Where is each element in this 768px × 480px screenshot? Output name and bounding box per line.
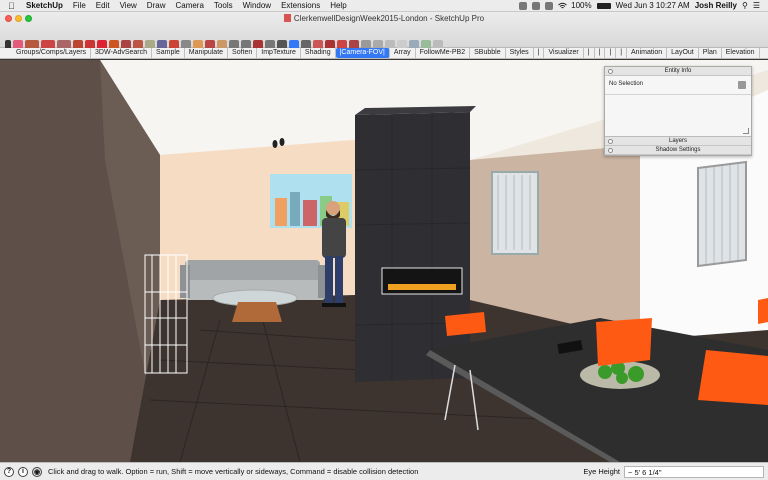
menu-extensions[interactable]: Extensions: [281, 1, 320, 10]
menu-draw[interactable]: Draw: [147, 1, 166, 10]
shadow-settings-header[interactable]: Shadow Settings: [605, 146, 751, 155]
window-title: ClerkenwellDesignWeek2015-London - Sketc…: [0, 14, 768, 23]
toolbar-soften[interactable]: Soften: [228, 48, 258, 58]
menu-window[interactable]: Window: [243, 1, 271, 10]
window-left: [491, 171, 539, 255]
toolbar-sbubble[interactable]: SBubble: [470, 48, 506, 58]
menu-bar:  SketchUp File Edit View Draw Camera To…: [0, 0, 768, 12]
toolbar-followme-pb2[interactable]: FollowMe-PB2: [416, 48, 471, 58]
status-app-icon[interactable]: [532, 1, 541, 10]
menu-help[interactable]: Help: [330, 1, 346, 10]
entity-info-body: No Selection: [605, 76, 751, 137]
clock[interactable]: Wed Jun 3 10:27 AM: [616, 1, 690, 10]
toolbar-visualizer[interactable]: Visualizer: [544, 48, 584, 58]
fireplace-flame: [388, 284, 456, 290]
fireplace-opening: [381, 267, 463, 295]
status-app-icon[interactable]: [519, 1, 528, 10]
toolbar-elevation[interactable]: Elevation: [722, 48, 760, 58]
toolbar-separator: |: [605, 48, 617, 58]
toolbar-separator: |: [595, 48, 606, 58]
measurements-label: Eye Height: [583, 467, 620, 476]
toolbar-animation[interactable]: Animation: [627, 48, 668, 58]
chair-orange: [596, 318, 652, 366]
toolbar-shading[interactable]: Shading: [301, 48, 336, 58]
window-title-text: ClerkenwellDesignWeek2015-London - Sketc…: [293, 14, 485, 23]
extension-toolbar: Groups/Comps/Layers 3DW-AdvSearch Sample…: [0, 48, 768, 59]
chair-orange: [698, 350, 768, 405]
entity-info-title: Entity Info: [664, 68, 692, 74]
toolbar-layout[interactable]: LayOut: [667, 48, 699, 58]
menu-camera[interactable]: Camera: [175, 1, 203, 10]
toolbar-separator: |: [616, 48, 628, 58]
user-name[interactable]: Josh Reilly: [695, 1, 737, 10]
toolbar-imptexture[interactable]: ImpTexture: [257, 48, 301, 58]
toolbar-plan[interactable]: Plan: [699, 48, 722, 58]
info-icon[interactable]: i: [18, 466, 28, 477]
geolocation-icon[interactable]: ?: [4, 466, 14, 477]
layers-panel-header[interactable]: Layers: [605, 137, 751, 146]
measurements-field[interactable]: ~ 5' 6 1/4": [624, 465, 764, 478]
apple-icon[interactable]: : [8, 1, 18, 11]
shadow-settings-title: Shadow Settings: [655, 147, 701, 153]
chair-orange: [758, 298, 768, 324]
battery-icon[interactable]: [596, 2, 611, 9]
toolbar-groups-comps-layers[interactable]: Groups/Comps/Layers: [12, 48, 92, 58]
window-titlebar: ClerkenwellDesignWeek2015-London - Sketc…: [0, 12, 768, 50]
walk-icon[interactable]: ◉: [32, 466, 42, 477]
toolbar-3dw-advsearch[interactable]: 3DW-AdvSearch: [91, 48, 153, 58]
artwork-building: [303, 200, 317, 226]
wifi-icon[interactable]: [558, 2, 567, 10]
menu-edit[interactable]: Edit: [96, 1, 110, 10]
menu-extras: 100% Wed Jun 3 10:27 AM Josh Reilly ⚲ ☰: [519, 1, 768, 10]
menu-file[interactable]: File: [73, 1, 86, 10]
tray-toggle-icon[interactable]: [608, 69, 613, 74]
menu-view[interactable]: View: [120, 1, 137, 10]
layers-title: Layers: [668, 138, 687, 144]
artwork-building: [275, 198, 287, 226]
tray-toggle-icon[interactable]: [608, 148, 613, 153]
tray-toggle-icon[interactable]: [608, 139, 613, 144]
entity-type-icon: [738, 81, 746, 89]
battery-percent[interactable]: 100%: [571, 1, 591, 10]
toolbar-styles[interactable]: Styles: [506, 48, 534, 58]
toolbar-separator: |: [534, 48, 545, 58]
divider: [605, 94, 751, 95]
toolbar-separator: |: [584, 48, 595, 58]
status-bar: ? i ◉ Click and drag to walk. Option = r…: [0, 462, 768, 480]
chair-orange: [445, 312, 486, 336]
coffee-table-base: [232, 302, 282, 322]
toolbar-sample[interactable]: Sample: [152, 48, 185, 58]
toolbar-manipulate[interactable]: Manipulate: [185, 48, 229, 58]
list-icon[interactable]: ☰: [753, 1, 760, 10]
fireplace-column: [354, 106, 476, 382]
status-app-icon[interactable]: [545, 1, 554, 10]
status-hint: Click and drag to walk. Option = run, Sh…: [48, 467, 419, 476]
resize-grip-icon[interactable]: [743, 128, 749, 134]
menu-app-name[interactable]: SketchUp: [26, 1, 63, 10]
document-icon: [283, 14, 291, 22]
artwork-building: [290, 192, 300, 226]
search-icon[interactable]: ⚲: [742, 1, 748, 10]
menu-tools[interactable]: Tools: [214, 1, 233, 10]
entity-info-header[interactable]: Entity Info: [605, 67, 751, 76]
toolbar-array[interactable]: Array: [390, 48, 416, 58]
selection-status: No Selection: [609, 81, 644, 87]
entity-info-tray: Entity Info No Selection Layers Shadow S…: [604, 66, 752, 156]
toolbar-camera-fov[interactable]: |Camera-FOV|: [335, 48, 390, 58]
